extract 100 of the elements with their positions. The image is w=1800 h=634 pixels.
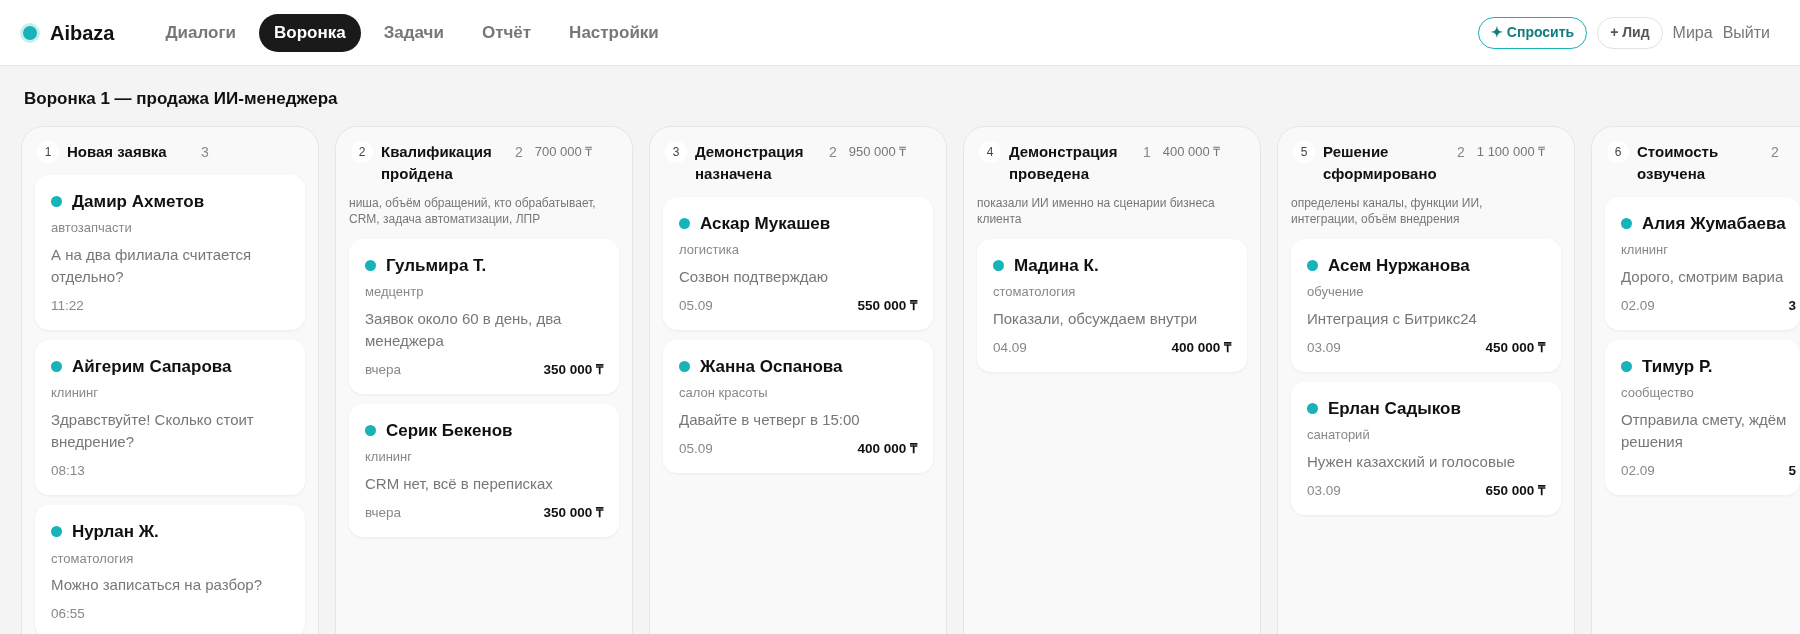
lead-card[interactable]: Нурлан Ж. стоматология Можно записаться на разбор? 06:55 <box>35 505 305 634</box>
nav-tab[interactable]: Диалоги <box>150 13 251 52</box>
lead-message: CRM нет, всё в переписках <box>365 473 554 494</box>
stage-sum: 950 000 ₸ <box>848 142 908 161</box>
lead-message: Созвон подтверждаю <box>679 266 830 287</box>
add-lead-button[interactable]: + Лид <box>1597 16 1663 49</box>
lead-amount: 450 000 ₸ <box>1485 338 1545 357</box>
header-link[interactable]: Мира <box>1672 20 1713 45</box>
stage-count: 1 <box>1143 142 1151 162</box>
stage-description: определены каналы, функции ИИ, интеграции, объём внедрения <box>1291 194 1484 227</box>
lead-message: Отправила смету, ждём решения <box>1621 409 1788 452</box>
stage-count: 2 <box>1457 142 1465 162</box>
lead-time: 11:22 <box>51 296 84 315</box>
brand-name: Aibaza <box>50 20 115 46</box>
lead-time: вчера <box>365 360 402 379</box>
lead-niche: клининг <box>51 384 100 403</box>
lead-name: Дамир Ахметов <box>72 190 205 213</box>
lead-niche: клининг <box>1621 241 1670 259</box>
lead-niche: медцентр <box>365 283 425 301</box>
lead-message: Можно записаться на разбор? <box>51 575 263 595</box>
lead-amount: 400 000 ₸ <box>857 439 917 458</box>
stage-title: Новая заявка <box>67 141 168 162</box>
lead-name: Алия Жумабаева <box>1642 212 1786 235</box>
lead-message: Давайте в четверг в 15:00 <box>679 409 861 430</box>
lead-time: 03.09 <box>1307 338 1341 357</box>
lead-time: 02.09 <box>1621 296 1655 315</box>
lead-niche: автозапчасти <box>51 219 133 237</box>
stage-title: Демонстрация назначена <box>695 141 805 184</box>
lead-niche: стоматология <box>51 549 135 568</box>
stage-number: 2 <box>351 140 373 163</box>
lead-niche: санаторий <box>1307 426 1371 445</box>
stage-number: 3 <box>665 140 687 163</box>
lead-name: Нурлан Ж. <box>72 521 159 543</box>
lead-card[interactable]: Ерлан Садыков санаторий Нужен казахский и голосовые 03.09 650 000 ₸ <box>1291 381 1561 515</box>
lead-message: Нужен казахский и голосовые <box>1307 451 1516 472</box>
lead-time: 02.09 <box>1621 461 1655 480</box>
lead-time: 06:55 <box>51 605 85 623</box>
stage-sum: 1 100 000 ₸ <box>1476 142 1547 161</box>
stage-count: 2 <box>829 142 837 162</box>
lead-amount: 400 000 ₸ <box>1171 338 1231 357</box>
stage-count: 2 <box>1771 142 1779 162</box>
stage-count: 3 <box>201 142 209 162</box>
lead-niche: стоматология <box>993 283 1077 301</box>
lead-time: вчера <box>365 503 402 522</box>
lead-time: 03.09 <box>1307 481 1341 500</box>
lead-message: Заявок около 60 в день, два менеджера <box>365 308 563 351</box>
lead-name: Асем Нуржанова <box>1328 254 1470 277</box>
lead-time: 05.09 <box>679 296 713 315</box>
lead-niche: клининг <box>365 448 414 467</box>
lead-message: Интеграция с Битрикс24 <box>1307 308 1478 329</box>
lead-card[interactable]: Дамир Ахметов автозапчасти А на два филиала считается отдельно? 11:22 <box>35 174 305 330</box>
lead-name: Ерлан Садыков <box>1328 397 1461 420</box>
lead-message: Здравствуйте! Сколько стоит внедрение? <box>51 409 255 452</box>
stage-title: Демонстрация проведена <box>1009 141 1119 184</box>
nav-tab[interactable]: Отчёт <box>466 13 547 52</box>
stage-title: Решение сформировано <box>1323 141 1438 184</box>
logo-icon <box>20 22 40 43</box>
lead-message: Дорого, смотрим вариа <box>1621 266 1785 287</box>
header-link[interactable]: Выйти <box>1722 20 1770 45</box>
lead-amount: 350 000 ₸ <box>543 503 603 522</box>
lead-card[interactable]: Жанна Оспанова салон красоты Давайте в четверг в 15:00 05.09 400 000 ₸ <box>663 339 933 473</box>
lead-niche: логистика <box>679 241 740 259</box>
stage-sum: 700 000 ₸ <box>534 142 594 161</box>
stage-description: ниша, объём обращений, кто обрабатывает, CRM, задача автоматизации, ЛПР <box>349 194 597 227</box>
lead-amount: 550 000 ₸ <box>857 296 917 315</box>
stage-count: 2 <box>515 142 523 162</box>
page-title: Воронка 1 — продажа ИИ-менеджера <box>23 88 339 110</box>
lead-card[interactable]: Гульмира Т. медцентр Заявок около 60 в день, два менеджера вчера 350 000 ₸ <box>349 238 619 394</box>
lead-name: Тимур Р. <box>1642 355 1713 378</box>
lead-message: Показали, обсуждаем внутри <box>993 308 1199 329</box>
lead-name: Мадина К. <box>1014 254 1099 277</box>
ask-button[interactable]: ✦ Спросить <box>1477 16 1588 49</box>
lead-message: А на два филиала считается отдельно? <box>51 244 253 287</box>
lead-time: 08:13 <box>51 461 85 480</box>
lead-name: Жанна Оспанова <box>700 355 843 378</box>
stage-description: показали ИИ именно на сценарии бизнеса клиента <box>977 194 1216 227</box>
lead-card[interactable]: Аскар Мукашев логистика Созвон подтверждаю 05.09 550 000 ₸ <box>663 196 933 330</box>
lead-card[interactable]: Алия Жумабаева клининг Дорого, смотрим вариа 02.09 3 <box>1605 196 1800 330</box>
lead-name: Гульмира Т. <box>386 254 487 277</box>
lead-name: Серик Бекенов <box>386 419 513 442</box>
lead-name: Аскар Мукашев <box>700 212 831 235</box>
lead-amount: 3 <box>1788 296 1796 315</box>
nav-tab[interactable]: Настройки <box>554 13 674 52</box>
lead-card[interactable]: Мадина К. стоматология Показали, обсуждаем внутри 04.09 400 000 ₸ <box>977 238 1247 372</box>
lead-amount: 5 <box>1788 461 1796 480</box>
lead-name: Айгерим Сапарова <box>72 355 232 378</box>
stage-sum: 400 000 ₸ <box>1162 142 1222 161</box>
lead-time: 04.09 <box>993 338 1027 357</box>
lead-niche: сообщество <box>1621 384 1695 403</box>
nav-tab[interactable]: Воронка <box>259 13 361 52</box>
nav-tab[interactable]: Задачи <box>368 13 459 52</box>
lead-card[interactable]: Асем Нуржанова обучение Интеграция с Битрикс24 03.09 450 000 ₸ <box>1291 238 1561 372</box>
lead-card[interactable]: Тимур Р. сообщество Отправила смету, ждём решения 02.09 5 <box>1605 339 1800 495</box>
lead-card[interactable]: Серик Бекенов клининг CRM нет, всё в переписках вчера 350 000 ₸ <box>349 403 619 537</box>
lead-card[interactable]: Айгерим Сапарова клининг Здравствуйте! Сколько стоит внедрение? 08:13 <box>35 339 305 495</box>
stage-number: 4 <box>979 140 1001 163</box>
stage-number: 6 <box>1607 140 1629 163</box>
stage-title: Квалификация пройдена <box>381 141 493 184</box>
stage-title: Стоимость озвучена <box>1637 141 1720 184</box>
lead-amount: 350 000 ₸ <box>543 360 603 379</box>
